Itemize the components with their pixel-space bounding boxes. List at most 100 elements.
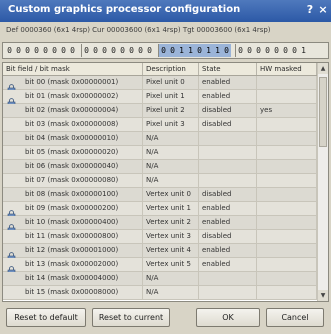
description-cell: N/A — [143, 132, 199, 145]
table-row[interactable]: bit 10 (mask 0x00000400) Vertex unit 2 ena… — [3, 216, 317, 234]
hw-masked-cell — [257, 216, 317, 229]
bit-toggle[interactable]: 0 — [50, 44, 59, 57]
help-icon[interactable]: ? — [304, 3, 316, 17]
bit-toggle[interactable]: 1 — [204, 44, 213, 57]
state-cell: disabled — [199, 230, 257, 243]
hw-masked-cell: yes — [257, 104, 317, 117]
description-cell: Pixel unit 0 — [143, 76, 199, 89]
bit-toggle[interactable]: 0 — [118, 44, 127, 57]
table-row[interactable]: bit 05 (mask 0x00000020) N/A — [3, 146, 317, 160]
bit-toggle[interactable]: 0 — [222, 44, 231, 57]
description-cell: Vertex unit 3 — [143, 230, 199, 243]
table-row[interactable]: bit 06 (mask 0x00000040) N/A — [3, 160, 317, 174]
table-row[interactable]: bit 09 (mask 0x00000200) Vertex unit 1 ena… — [3, 202, 317, 220]
reset-to-current-button[interactable]: Reset to current — [92, 308, 170, 327]
bit-toggle[interactable]: 0 — [41, 44, 50, 57]
bit-toggle[interactable]: 0 — [145, 44, 154, 57]
hw-masked-cell — [257, 244, 317, 257]
table-row[interactable]: bit 15 (mask 0x00008000) N/A — [3, 286, 317, 300]
table-row[interactable]: bit 04 (mask 0x00000010) N/A — [3, 132, 317, 146]
lock-icon[interactable] — [7, 92, 16, 108]
bitfield-cell: bit 01 (mask 0x00000002) — [3, 90, 143, 103]
scroll-thumb[interactable] — [319, 77, 327, 147]
config-dialog: Custom graphics processor configuration … — [0, 0, 331, 334]
bit-toggle[interactable]: 0 — [59, 44, 68, 57]
bit-toggle[interactable]: 0 — [245, 44, 254, 57]
bit-toggle[interactable]: 0 — [263, 44, 272, 57]
table-row[interactable]: bit 11 (mask 0x00000800) Vertex unit 3 dis… — [3, 230, 317, 244]
hw-masked-cell — [257, 202, 317, 215]
bitfield-cell: bit 09 (mask 0x00000200) — [3, 202, 143, 215]
bit-toggle[interactable]: 0 — [91, 44, 100, 57]
bit-toggle[interactable]: 0 — [109, 44, 118, 57]
bit-toggle[interactable]: 0 — [168, 44, 177, 57]
column-header-description[interactable]: Description — [143, 63, 199, 75]
bit-group-3[interactable]: 0 0 0 0 0 0 0 1 — [235, 44, 308, 57]
bit-toggle[interactable]: 0 — [5, 44, 14, 57]
bit-toggle[interactable]: 0 — [14, 44, 23, 57]
bit-toggle[interactable]: 0 — [127, 44, 136, 57]
bit-toggle[interactable]: 0 — [136, 44, 145, 57]
description-cell: N/A — [143, 160, 199, 173]
column-header-state[interactable]: State — [199, 63, 257, 75]
table-row[interactable]: bit 14 (mask 0x00004000) N/A — [3, 272, 317, 286]
description-cell: Vertex unit 0 — [143, 188, 199, 201]
title-bar: Custom graphics processor configuration … — [0, 0, 331, 22]
close-icon[interactable]: × — [317, 3, 329, 17]
table-row[interactable]: bit 08 (mask 0x00000100) Vertex unit 0 dis… — [3, 188, 317, 202]
hw-masked-cell — [257, 258, 317, 271]
bit-toggle[interactable]: 0 — [195, 44, 204, 57]
bit-toggle[interactable]: 0 — [272, 44, 281, 57]
table-row[interactable]: bit 00 (mask 0x00000001) Pixel unit 0 enab… — [3, 76, 317, 94]
table-row[interactable]: bit 12 (mask 0x00001000) Vertex unit 4 ena… — [3, 244, 317, 262]
table-row[interactable]: bit 01 (mask 0x00000002) Pixel unit 1 enab… — [3, 90, 317, 108]
lock-icon[interactable] — [7, 78, 16, 94]
description-cell: Vertex unit 5 — [143, 258, 199, 271]
bit-toggle[interactable]: 1 — [299, 44, 308, 57]
bit-toggle[interactable]: 0 — [290, 44, 299, 57]
bit-toggle[interactable]: 0 — [100, 44, 109, 57]
bit-toggle[interactable]: 0 — [68, 44, 77, 57]
bitmask-strip[interactable]: 0 0 0 0 0 0 0 0 0 0 0 0 0 0 0 0 0 0 1 1 … — [2, 42, 329, 59]
scroll-down-icon[interactable]: ▼ — [318, 290, 328, 301]
bit-group-2[interactable]: 0 0 1 1 0 1 1 0 — [158, 44, 231, 57]
table-row[interactable]: bit 13 (mask 0x00002000) Vertex unit 5 ena… — [3, 258, 317, 276]
description-cell: Pixel unit 3 — [143, 118, 199, 131]
bit-toggle[interactable]: 0 — [23, 44, 32, 57]
state-cell: enabled — [199, 244, 257, 257]
bit-toggle[interactable]: 0 — [236, 44, 245, 57]
lock-icon[interactable] — [7, 218, 16, 234]
bit-toggle[interactable]: 1 — [177, 44, 186, 57]
bit-toggle[interactable]: 0 — [254, 44, 263, 57]
cancel-button[interactable]: Cancel — [266, 308, 324, 327]
bit-group-1[interactable]: 0 0 0 0 0 0 0 0 — [81, 44, 154, 57]
state-cell: enabled — [199, 202, 257, 215]
description-cell: Pixel unit 1 — [143, 90, 199, 103]
bitfield-cell: bit 08 (mask 0x00000100) — [3, 188, 143, 201]
ok-button[interactable]: OK — [196, 308, 260, 327]
hw-masked-cell — [257, 160, 317, 173]
table-row[interactable]: bit 07 (mask 0x00000080) N/A — [3, 174, 317, 188]
column-header-hw-masked[interactable]: HW masked — [257, 63, 317, 75]
hw-masked-cell — [257, 90, 317, 103]
column-header-bitfield[interactable]: Bit field / bit mask — [3, 63, 143, 75]
reset-to-default-button[interactable]: Reset to default — [6, 308, 86, 327]
bit-field-list[interactable]: Bit field / bit mask Description State H… — [2, 62, 329, 302]
bit-group-0[interactable]: 0 0 0 0 0 0 0 0 — [5, 44, 77, 57]
scroll-up-icon[interactable]: ▲ — [318, 63, 328, 74]
table-row[interactable]: bit 02 (mask 0x00000004) Pixel unit 2 disa… — [3, 104, 317, 118]
bitfield-cell: bit 11 (mask 0x00000800) — [3, 230, 143, 243]
lock-icon[interactable] — [7, 204, 16, 220]
description-cell: Vertex unit 1 — [143, 202, 199, 215]
vertical-scrollbar[interactable]: ▲ ▼ — [317, 63, 328, 301]
bit-toggle[interactable]: 0 — [159, 44, 168, 57]
bit-toggle[interactable]: 0 — [32, 44, 41, 57]
bit-toggle[interactable]: 0 — [281, 44, 290, 57]
lock-icon[interactable] — [7, 246, 16, 262]
lock-icon[interactable] — [7, 260, 16, 276]
bit-toggle[interactable]: 1 — [186, 44, 195, 57]
hw-masked-cell — [257, 174, 317, 187]
table-row[interactable]: bit 03 (mask 0x00000008) Pixel unit 3 disa… — [3, 118, 317, 132]
bit-toggle[interactable]: 0 — [82, 44, 91, 57]
bit-toggle[interactable]: 1 — [213, 44, 222, 57]
